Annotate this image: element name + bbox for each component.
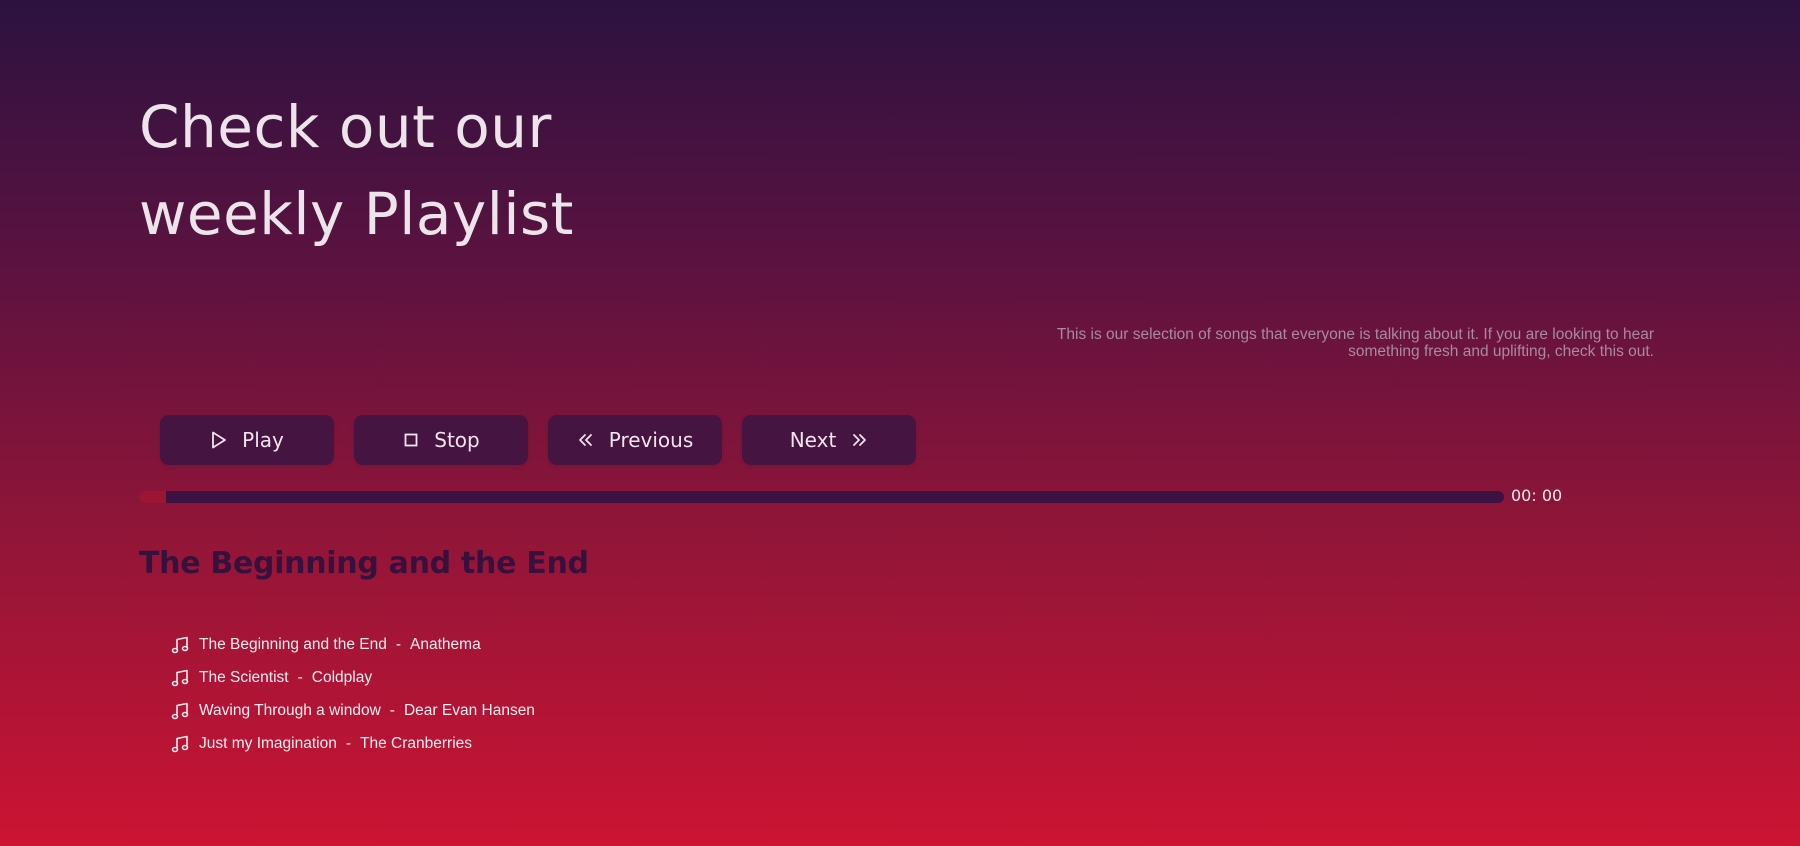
play-icon: [210, 431, 228, 449]
play-button[interactable]: Play: [160, 415, 334, 465]
stop-icon: [402, 431, 420, 449]
page-title-line-1: Check out our: [139, 93, 552, 161]
music-note-icon: [171, 734, 191, 754]
previous-button[interactable]: Previous: [548, 415, 722, 465]
play-button-label: Play: [242, 428, 284, 452]
playlist-item[interactable]: Waving Through a window - Dear Evan Hans…: [171, 694, 535, 727]
stop-button-label: Stop: [434, 428, 480, 452]
playlist-item[interactable]: The Beginning and the End - Anathema: [171, 628, 535, 661]
page-title: Check out our weekly Playlist: [139, 84, 839, 258]
now-playing-title: The Beginning and the End: [139, 546, 589, 581]
previous-button-label: Previous: [608, 428, 694, 452]
track-artist: Coldplay: [311, 668, 373, 686]
track-title: The Beginning and the End: [199, 635, 387, 653]
music-note-icon: [171, 668, 191, 688]
page-title-line-2: weekly Playlist: [139, 180, 574, 248]
track-separator: -: [395, 635, 402, 653]
music-note-icon: [171, 701, 191, 721]
track-separator: -: [345, 734, 352, 752]
playlist: The Beginning and the End - Anathema The…: [171, 628, 535, 760]
track-title: Just my Imagination: [199, 734, 337, 752]
elapsed-time: 00: 00: [1511, 486, 1563, 505]
double-chevron-right-icon: [850, 431, 868, 449]
progress-bar[interactable]: [139, 491, 1504, 503]
playlist-item[interactable]: The Scientist - Coldplay: [171, 661, 535, 694]
playlist-item[interactable]: Just my Imagination - The Cranberries: [171, 727, 535, 760]
progress-bar-fill: [139, 491, 167, 503]
next-button-label: Next: [789, 428, 837, 452]
track-separator: -: [389, 701, 395, 719]
stop-button[interactable]: Stop: [354, 415, 528, 465]
track-title: The Scientist: [199, 668, 289, 686]
next-button[interactable]: Next: [742, 415, 916, 465]
player-controls: Play Stop Previous Next: [160, 415, 916, 465]
music-note-icon: [171, 635, 191, 655]
track-artist: Anathema: [410, 635, 481, 653]
track-artist: The Cranberries: [360, 734, 473, 752]
playlist-description: This is our selection of songs that ever…: [1056, 326, 1654, 360]
track-artist: Dear Evan Hansen: [403, 701, 535, 719]
track-title: Waving Through a window: [199, 701, 381, 719]
double-chevron-left-icon: [577, 431, 595, 449]
track-separator: -: [297, 668, 303, 686]
